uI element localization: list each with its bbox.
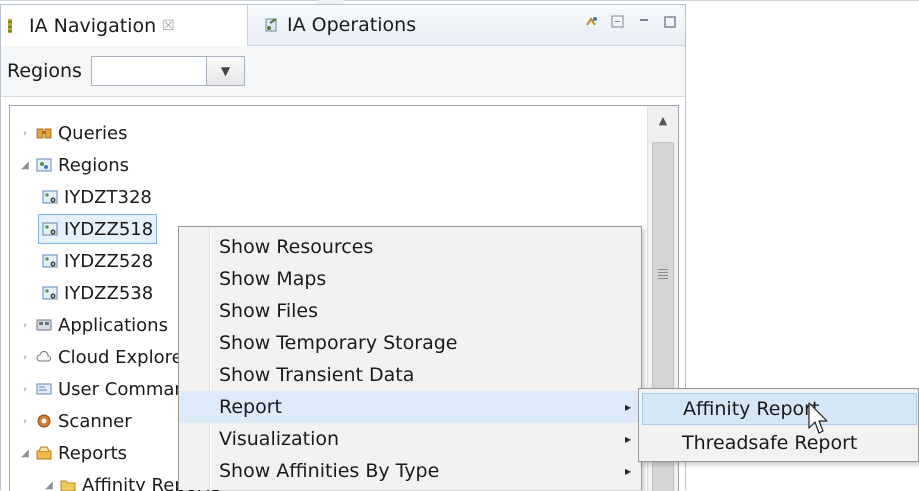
view-toolbar xyxy=(583,13,679,31)
user-commands-icon xyxy=(36,381,52,397)
tree-item-iydzt328[interactable]: IYDZT328 xyxy=(42,182,152,212)
tree-item-label: Cloud Explorer xyxy=(58,347,190,368)
tree-item-label: Reports xyxy=(58,443,127,464)
tree-item-label: IYDZZ528 xyxy=(64,251,153,272)
expanded-arrow-icon[interactable]: ◢ xyxy=(18,160,32,171)
tree-item-label: Scanner xyxy=(58,411,132,432)
tree-item-label: Regions xyxy=(58,155,129,176)
tree-item-label: Queries xyxy=(58,123,128,144)
menu-item-show-temporary-storage[interactable]: Show Temporary Storage xyxy=(179,327,641,359)
view-tab-bar: IA Navigation ☒ IA Operations xyxy=(1,5,685,46)
tree-item-label: IYDZT328 xyxy=(64,187,152,208)
tree-item-regions[interactable]: ◢ Regions xyxy=(18,150,129,180)
region-icon xyxy=(42,285,58,301)
menu-item-show-affinities-by-type[interactable]: Show Affinities By Type ▸ xyxy=(179,455,641,487)
submenu-arrow-icon: ▸ xyxy=(625,400,631,414)
tree-item-label: IYDZZ538 xyxy=(64,283,153,304)
regions-dropdown-button[interactable]: ▼ xyxy=(207,56,245,86)
expanded-arrow-icon[interactable]: ◢ xyxy=(18,448,32,459)
regions-filter-input[interactable] xyxy=(91,56,207,86)
collapsed-arrow-icon[interactable]: › xyxy=(18,384,32,395)
region-icon xyxy=(42,253,58,269)
menu-item-show-maps[interactable]: Show Maps xyxy=(179,263,641,295)
menu-item-label: Show Temporary Storage xyxy=(219,332,457,354)
tree-item-cloud-explorer[interactable]: › Cloud Explorer xyxy=(18,342,190,372)
collapsed-arrow-icon[interactable]: › xyxy=(18,320,32,331)
tree-item-iydzz528[interactable]: IYDZZ528 xyxy=(42,246,153,276)
applications-icon xyxy=(36,317,52,333)
collapsed-arrow-icon[interactable]: › xyxy=(18,352,32,363)
menu-item-visualization[interactable]: Visualization ▸ xyxy=(179,423,641,455)
reports-icon xyxy=(36,445,52,461)
menu-item-label: Visualization xyxy=(219,428,339,450)
menu-item-show-transient-data[interactable]: Show Transient Data xyxy=(179,359,641,391)
tree-item-reports[interactable]: ◢ Reports xyxy=(18,438,127,468)
menu-item-report[interactable]: Report ▸ xyxy=(179,391,641,423)
menu-item-label: Show Files xyxy=(219,300,318,322)
menu-item-label: Show Maps xyxy=(219,268,326,290)
expanded-arrow-icon[interactable]: ◢ xyxy=(42,480,56,491)
menu-item-show-files[interactable]: Show Files xyxy=(179,295,641,327)
submenu-item-affinity-report[interactable]: Affinity Report xyxy=(642,393,917,425)
tree-item-label: IYDZZ518 xyxy=(64,219,153,240)
selection-highlight: IYDZZ518 xyxy=(38,214,157,244)
folder-icon xyxy=(60,477,76,491)
navigation-icon xyxy=(5,17,23,35)
tree-item-label: Applications xyxy=(58,315,168,336)
menu-item-label: Show Transient Data xyxy=(219,364,414,386)
scrollbar-grip-icon xyxy=(658,269,668,279)
regions-filter-bar: Regions ▼ xyxy=(1,46,685,97)
tab-ia-operations-label: IA Operations xyxy=(287,14,416,36)
submenu-item-label: Threadsafe Report xyxy=(682,432,857,454)
collapse-all-icon[interactable] xyxy=(609,13,627,31)
scroll-up-icon[interactable]: ▲ xyxy=(648,110,678,130)
maximize-icon[interactable] xyxy=(661,13,679,31)
tab-ia-operations[interactable]: IA Operations xyxy=(259,5,416,45)
tab-ia-navigation-label: IA Navigation xyxy=(29,15,156,37)
menu-item-label: Report xyxy=(219,396,282,418)
queries-icon xyxy=(36,125,52,141)
tree-item-iydzz538[interactable]: IYDZZ538 xyxy=(42,278,153,308)
menu-item-label: Show Affinities By Type xyxy=(219,460,439,482)
context-menu: Show Resources Show Maps Show Files Show Te… xyxy=(178,226,642,490)
collapsed-arrow-icon[interactable]: › xyxy=(18,416,32,427)
tree-item-scanner[interactable]: › Scanner xyxy=(18,406,132,436)
scanner-icon xyxy=(36,413,52,429)
cloud-icon xyxy=(36,349,52,365)
menu-item-show-resources[interactable]: Show Resources xyxy=(179,231,641,263)
tree-item-applications[interactable]: › Applications xyxy=(18,310,168,340)
collapsed-arrow-icon[interactable]: › xyxy=(18,128,32,139)
submenu-item-threadsafe-report[interactable]: Threadsafe Report xyxy=(642,427,917,459)
minimize-icon[interactable] xyxy=(635,13,653,31)
report-submenu: Affinity Report Threadsafe Report xyxy=(638,388,919,462)
regions-icon xyxy=(36,157,52,173)
chevron-down-icon: ▼ xyxy=(221,64,230,78)
link-with-editor-icon[interactable] xyxy=(583,13,601,31)
submenu-item-label: Affinity Report xyxy=(683,398,819,420)
submenu-arrow-icon: ▸ xyxy=(625,464,631,478)
submenu-arrow-icon: ▸ xyxy=(625,432,631,446)
menu-item-label: Show Resources xyxy=(219,236,373,258)
region-icon xyxy=(42,221,58,237)
close-tab-icon[interactable]: ☒ xyxy=(162,18,175,34)
mouse-cursor-icon xyxy=(808,402,830,436)
regions-filter-label: Regions xyxy=(7,60,82,82)
tree-item-iydzz518[interactable]: IYDZZ518 xyxy=(42,214,157,244)
region-icon xyxy=(42,189,58,205)
operations-icon xyxy=(263,16,281,34)
tab-ia-navigation[interactable]: IA Navigation ☒ xyxy=(1,5,248,46)
tree-item-queries[interactable]: › Queries xyxy=(18,118,128,148)
